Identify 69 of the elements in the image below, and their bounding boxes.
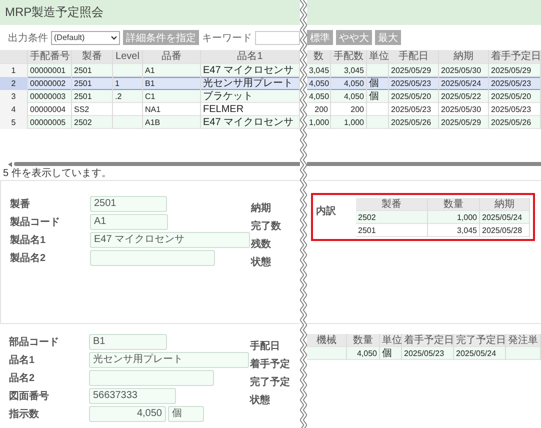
row-number: 4 [0,103,28,116]
row-number: 5 [0,116,28,129]
table-row[interactable]: 1,000 1,000 2025/05/26 2025/05/29 2025/05/26 [307,116,541,129]
table-row[interactable]: 4,050 4,050 個 2025/05/23 2025/05/24 2025/05/23 [307,77,541,90]
table-cell: 4,050 [347,347,380,360]
table-row[interactable]: 200 200 2025/05/23 2025/05/30 2025/05/23 [307,103,541,116]
condition-select[interactable]: (Default) [51,30,120,44]
record-count: 5 件を表示しています。 [2,168,112,180]
table-cell: 2025/05/23 [402,347,454,360]
field-label: 状態 [250,395,270,408]
field-label: 完了予定 [250,377,290,390]
table-row[interactable]: 4 00000004 SS2 NA1 FELMER [0,103,300,116]
keyword-field[interactable] [255,30,300,44]
field-label: 手配日 [250,341,280,354]
table-cell: 1,000 [307,116,331,129]
field-label: 着手予定 [250,359,290,372]
field-label: 残数 [251,239,271,252]
row-number: 3 [0,90,28,103]
table-cell: 2502 [72,116,113,129]
table-row[interactable]: 3 00000003 2501 .2 C1 ブラケット [0,90,300,103]
input-field[interactable]: A1 [90,214,168,230]
breakdown-label: 内訳 [316,204,337,218]
scrollbar-thumb[interactable] [14,162,300,166]
condition-label: 出力条件 [8,32,48,44]
field-label: 完了数 [251,221,281,234]
table-cell: 2025/05/26 [389,116,439,129]
input-field[interactable] [90,250,215,266]
unit-field[interactable]: 個 [168,406,204,422]
table-row[interactable]: 5 00000005 2502 A1B E47 マイクロセンサ [0,116,300,129]
input-field[interactable]: B1 [89,334,167,350]
field-label: 製番 [10,198,31,211]
chevron-down-icon [111,36,117,40]
window-title: MRP製造予定照会 [5,4,104,21]
field-label: 状態 [251,257,271,270]
field-label: 図面番号 [9,390,50,403]
field-label: 部品コード [9,336,60,349]
input-field[interactable]: E47 マイクロセンサ [90,232,250,248]
table-cell: E47 マイクロセンサ [201,116,300,129]
field-label: 製品名2 [10,252,47,265]
row-number: 2 [0,77,28,90]
field-label: 納期 [251,203,271,216]
keyword-label: キーワード [202,32,252,44]
input-field[interactable]: 2501 [90,196,167,212]
table-cell: 2025/05/24 [454,347,506,360]
input-field[interactable]: 56637333 [89,388,176,404]
table-cell: 3,045 [428,224,480,237]
table-row[interactable]: 4,050 4,050 個 2025/05/20 2025/05/22 2025/05/20 [307,90,541,103]
input-field[interactable] [89,370,214,386]
table-cell: 2025/05/26 [489,116,541,129]
table-cell: 2025/05/28 [480,224,530,237]
table-cell: 個 [380,347,402,360]
table-cell: 2501 [356,224,428,237]
table-cell: A1B [143,116,201,129]
table-cell: 1,000 [331,116,367,129]
field-label: 製品名1 [10,234,47,247]
table-row[interactable]: 3,045 3,045 2025/05/29 2025/05/30 2025/05/29 [307,64,541,77]
table-cell: 00000005 [28,116,72,129]
field-label: 指示数 [9,408,40,421]
input-field[interactable]: 光センサ用プレート [89,352,249,368]
input-field[interactable]: 4,050 [89,406,166,422]
row-number: 1 [0,64,28,77]
field-label: 品名2 [9,372,36,385]
table-row[interactable]: 2 00000002 2501 1 B1 光センサ用プレート [0,77,300,90]
scroll-left-icon[interactable] [8,162,12,166]
field-label: 品名1 [9,354,36,367]
table-row[interactable]: 1 00000001 2501 A1 E47 マイクロセンサ [0,64,300,77]
table-cell: 2025/05/29 [439,116,489,129]
field-label: 製品コード [10,216,61,229]
scrollbar-thumb[interactable] [307,162,541,166]
